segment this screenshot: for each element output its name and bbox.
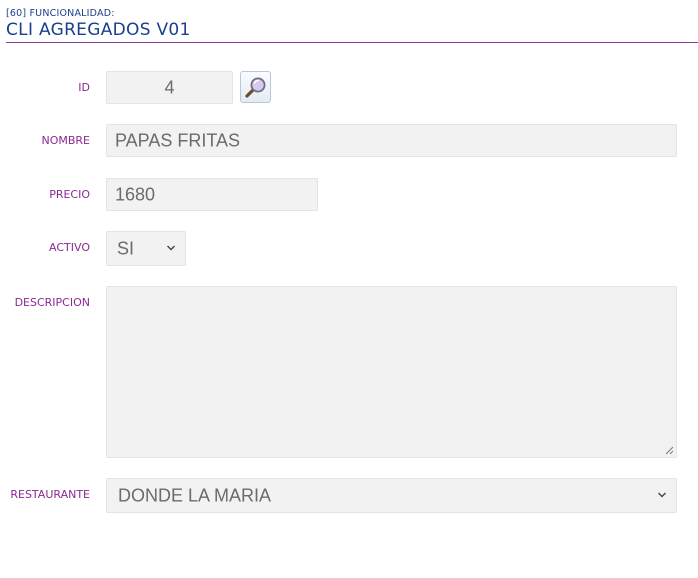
resize-grip-icon[interactable] — [665, 446, 674, 455]
precio-label: PRECIO — [49, 188, 90, 201]
restaurante-select[interactable]: DONDE LA MARIA — [106, 478, 677, 513]
precio-value: 1680 — [115, 184, 156, 204]
page-title: CLI AGREGADOS V01 — [6, 20, 191, 40]
nombre-field[interactable]: PAPAS FRITAS — [106, 124, 677, 157]
form-page: [60] FUNCIONALIDAD: CLI AGREGADOS V01 ID… — [0, 0, 698, 578]
restaurante-value: DONDE LA MARIA — [118, 485, 272, 505]
restaurante-label: RESTAURANTE — [10, 488, 90, 501]
id-label: ID — [78, 81, 90, 94]
magnifier-icon — [245, 77, 266, 98]
activo-value: SI — [117, 238, 135, 258]
chevron-down-icon — [167, 245, 175, 250]
descripcion-textarea[interactable] — [106, 286, 677, 458]
activo-label: ACTIVO — [49, 241, 90, 254]
id-field[interactable]: 4 — [106, 71, 233, 104]
nombre-value: PAPAS FRITAS — [115, 130, 241, 150]
functionality-code: [60] FUNCIONALIDAD: — [6, 8, 115, 19]
page-header: [60] FUNCIONALIDAD: CLI AGREGADOS V01 — [6, 8, 698, 43]
search-button[interactable] — [240, 71, 271, 103]
id-value: 4 — [164, 77, 175, 97]
chevron-down-icon — [658, 492, 666, 497]
nombre-label: NOMBRE — [41, 134, 90, 147]
precio-field[interactable]: 1680 — [106, 178, 318, 211]
activo-select[interactable]: SI — [106, 231, 186, 266]
descripcion-label: DESCRIPCION — [14, 296, 90, 309]
